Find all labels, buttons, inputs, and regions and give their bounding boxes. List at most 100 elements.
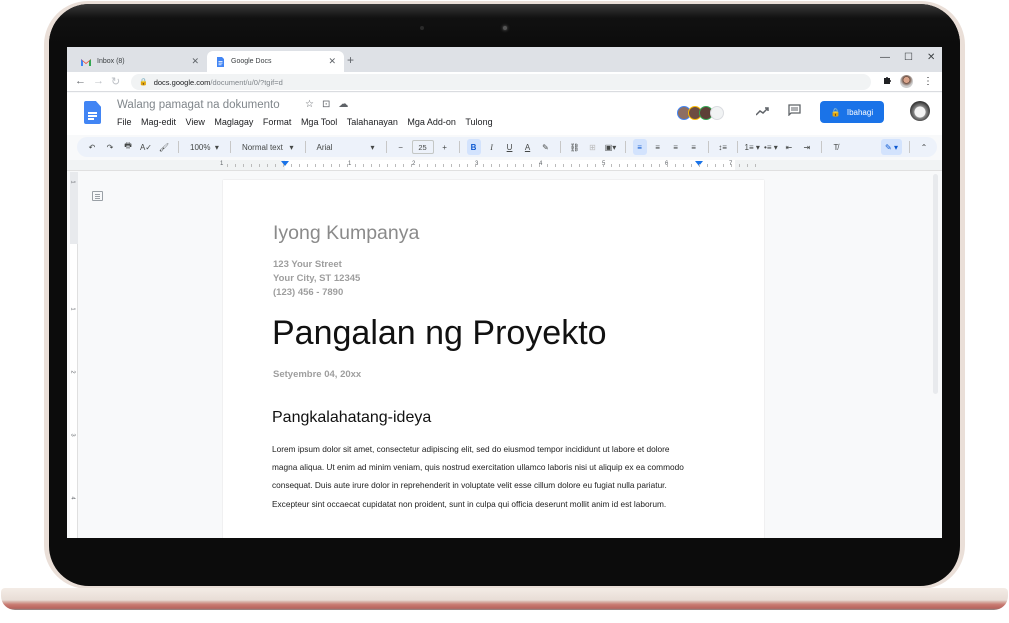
ruler-label: 1 xyxy=(348,161,352,167)
minimize-button[interactable]: — xyxy=(880,52,890,63)
menu-table[interactable]: Talahanayan xyxy=(347,117,398,127)
url-domain: docs.google.com xyxy=(153,77,211,87)
font-select[interactable]: Arial ▾ xyxy=(313,139,379,155)
cloud-status-icon[interactable]: ☁ xyxy=(338,99,348,110)
comments-icon[interactable] xyxy=(788,104,801,119)
align-right-button[interactable]: ≡ xyxy=(669,139,683,155)
style-select[interactable]: Normal text ▾ xyxy=(238,139,298,155)
vertical-scrollbar[interactable] xyxy=(933,174,938,394)
font-size-input[interactable]: 25 xyxy=(411,140,434,154)
highlight-color-button[interactable]: ✎ xyxy=(539,139,553,155)
bulleted-list-button[interactable]: •≡ ▾ xyxy=(764,139,778,155)
insert-link-button[interactable]: ⛓ xyxy=(568,139,582,155)
increase-indent-button[interactable]: ⇥ xyxy=(800,139,814,155)
puzzle-icon[interactable] xyxy=(883,76,892,88)
activity-trend-icon[interactable] xyxy=(755,104,769,119)
docs-header: Walang pamagat na dokumento ☆ ⊡ ☁ File M… xyxy=(67,93,942,135)
collaborator-avatars[interactable] xyxy=(677,106,724,120)
share-label: Ibahagi xyxy=(846,107,874,117)
divider xyxy=(909,141,910,153)
divider xyxy=(624,141,626,153)
ruler-tick xyxy=(595,164,596,167)
document-outline-icon[interactable] xyxy=(92,191,103,201)
menu-addons[interactable]: Mga Add-on xyxy=(407,117,456,127)
menu-insert[interactable]: Maglagay xyxy=(214,117,253,127)
ruler-label: 2 xyxy=(69,370,76,374)
account-avatar[interactable] xyxy=(910,101,930,121)
menu-help[interactable]: Tulong xyxy=(465,117,492,127)
url-bar[interactable]: 🔒 docs.google.com /document/u/0/?tgif=d xyxy=(131,74,871,90)
menu-tools[interactable]: Mga Tool xyxy=(301,117,337,127)
add-comment-button[interactable]: ⊞ xyxy=(586,139,600,155)
editing-mode-button[interactable]: ✎ ▾ xyxy=(881,139,902,155)
vertical-ruler[interactable]: 1 1 2 3 4 xyxy=(70,172,78,538)
numbered-list-button[interactable]: 1≡ ▾ xyxy=(745,139,760,155)
ruler-tick xyxy=(547,164,548,167)
underline-button[interactable]: U xyxy=(503,139,517,155)
close-tab-icon[interactable]: ✕ xyxy=(328,56,336,67)
star-icon[interactable]: ☆ xyxy=(305,99,314,110)
image-icon: ▣ xyxy=(604,142,613,152)
browser-window: Inbox (8) ✕ Google Docs ✕ + — ☐ ✕ ← → ↻ … xyxy=(67,47,942,538)
decrease-font-size-button[interactable]: − xyxy=(394,139,408,155)
ruler-tick xyxy=(539,164,540,167)
menu-format[interactable]: Format xyxy=(263,117,292,127)
share-button[interactable]: 🔒 Ibahagi xyxy=(820,101,884,123)
horizontal-ruler[interactable]: 1 1 2 3 4 5 6 7 xyxy=(67,160,942,171)
undo-button[interactable]: ↶ xyxy=(85,139,99,155)
numbered-list-icon: 1≡ xyxy=(744,142,754,152)
back-button[interactable]: ← xyxy=(75,75,86,87)
zoom-select[interactable]: 100% ▾ xyxy=(186,139,223,155)
close-window-button[interactable]: ✕ xyxy=(927,52,935,63)
text-color-button[interactable]: A xyxy=(521,139,535,155)
move-folder-icon[interactable]: ⊡ xyxy=(322,99,330,110)
insert-image-button[interactable]: ▣ ▾ xyxy=(604,139,618,155)
collapse-menus-button[interactable]: ⌃ xyxy=(917,139,931,155)
lock-icon: 🔒 xyxy=(139,79,148,86)
clear-formatting-button[interactable]: T̸ xyxy=(829,139,843,155)
menu-edit[interactable]: Mag-edit xyxy=(141,117,176,127)
ruler-tick xyxy=(331,164,332,167)
menu-file[interactable]: File xyxy=(117,117,132,127)
paint-format-button[interactable]: 🖌 xyxy=(157,139,171,155)
ruler-tick xyxy=(459,164,460,167)
menu-view[interactable]: View xyxy=(186,117,205,127)
ruler-label: 4 xyxy=(69,496,76,500)
justify-button[interactable]: ≡ xyxy=(687,139,701,155)
forward-button[interactable]: → xyxy=(93,75,104,87)
docs-icon xyxy=(215,56,225,67)
tab-inbox[interactable]: Inbox (8) ✕ xyxy=(73,51,207,72)
section-heading: Pangkalahatang-ideya xyxy=(272,409,432,426)
chevron-down-icon: ▾ xyxy=(773,142,778,152)
tab-label: Inbox (8) xyxy=(97,58,125,65)
document-title[interactable]: Walang pamagat na dokumento xyxy=(117,99,280,111)
new-tab-button[interactable]: + xyxy=(347,53,354,67)
docs-logo-icon[interactable] xyxy=(84,101,101,124)
formatting-toolbar: ↶ ↷ 🖶 A✓ 🖌 100% ▾ Normal text ▾ Arial ▾ −… xyxy=(77,137,937,157)
ruler-tick xyxy=(523,164,524,167)
line-spacing-button[interactable]: ↕≡ xyxy=(716,139,730,155)
gmail-icon xyxy=(81,57,91,67)
maximize-button[interactable]: ☐ xyxy=(904,52,913,63)
more-collaborators-icon[interactable] xyxy=(710,106,724,120)
divider xyxy=(736,141,738,153)
ruler-label: 1 xyxy=(220,161,224,167)
close-tab-icon[interactable]: ✕ xyxy=(191,56,199,67)
ruler-label: 2 xyxy=(412,161,416,167)
redo-button[interactable]: ↷ xyxy=(103,139,117,155)
document-page[interactable]: Iyong Kumpanya 123 Your Street Your City… xyxy=(223,180,764,538)
browser-menu-icon[interactable]: ⋮ xyxy=(923,76,933,87)
align-center-button[interactable]: ≡ xyxy=(651,139,665,155)
align-left-button[interactable]: ≡ xyxy=(632,139,647,155)
increase-font-size-button[interactable]: + xyxy=(438,139,452,155)
print-button[interactable]: 🖶 xyxy=(121,139,135,155)
divider xyxy=(385,141,387,153)
reload-button[interactable]: ↻ xyxy=(111,75,120,88)
decrease-indent-button[interactable]: ⇤ xyxy=(782,139,796,155)
ruler-tick xyxy=(667,164,668,167)
tab-google-docs[interactable]: Google Docs ✕ xyxy=(207,51,344,72)
browser-profile-avatar[interactable] xyxy=(900,75,913,88)
italic-button[interactable]: I xyxy=(485,139,499,155)
bold-button[interactable]: B xyxy=(466,139,481,155)
spellcheck-button[interactable]: A✓ xyxy=(139,139,153,155)
